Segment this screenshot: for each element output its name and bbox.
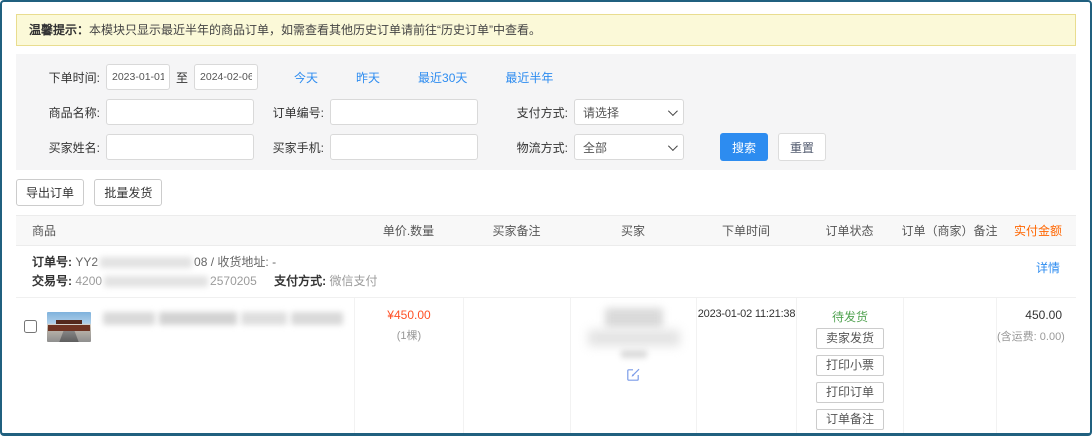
orders-table-header: 商品 单价.数量 买家备注 买家 下单时间 订单状态 订单（商家）备注 实付金额 bbox=[16, 215, 1076, 246]
header-buyer: 买家 bbox=[570, 222, 696, 239]
header-order-time: 下单时间 bbox=[696, 222, 796, 239]
search-button[interactable]: 搜索 bbox=[720, 133, 768, 161]
seller-ship-button[interactable]: 卖家发货 bbox=[816, 328, 884, 349]
redacted-buyer-info bbox=[588, 330, 680, 346]
buyer-phone-label: 买家手机: bbox=[266, 139, 324, 156]
filter-panel: 下单时间: 至 今天 昨天 最近30天 最近半年 商品名称: 订单编号: 支付方… bbox=[16, 54, 1076, 170]
quick-filter-yesterday[interactable]: 昨天 bbox=[356, 69, 380, 86]
order-meta-line2: 交易号: 4200 2570205 支付方式: 微信支付 bbox=[32, 272, 1060, 291]
header-product: 商品 bbox=[16, 222, 354, 239]
product-thumbnail bbox=[47, 312, 91, 342]
trade-no-prefix: 4200 bbox=[75, 274, 102, 288]
order-status-cell: 待发货 卖家发货 打印小票 打印订单 订单备注 bbox=[796, 298, 903, 436]
buyer-note-cell bbox=[463, 298, 570, 436]
header-merchant-note: 订单（商家）备注 bbox=[903, 222, 996, 239]
filter-row-3: 买家姓名: 买家手机: 物流方式: 全部 搜索 重置 bbox=[36, 134, 1076, 160]
paid-amount: 450.00 bbox=[997, 308, 1062, 322]
notice-label: 温馨提示： bbox=[29, 23, 89, 37]
meta-separator: / bbox=[211, 255, 214, 269]
buyer-name-input[interactable] bbox=[106, 134, 254, 160]
quantity: (1棵) bbox=[355, 327, 463, 343]
redacted-product-title bbox=[103, 312, 347, 326]
order-time-label: 下单时间: bbox=[36, 69, 100, 86]
logistics-select[interactable]: 全部 bbox=[574, 134, 684, 160]
reset-button[interactable]: 重置 bbox=[778, 133, 826, 161]
filter-row-2: 商品名称: 订单编号: 支付方式: 请选择 bbox=[36, 99, 1076, 125]
redacted-order-no bbox=[100, 257, 192, 268]
notice-text: 本模块只显示最近半年的商品订单，如需查看其他历史订单请前往“历史订单”中查看。 bbox=[89, 23, 541, 37]
unit-price: ¥450.00 bbox=[355, 308, 463, 322]
date-to-input[interactable] bbox=[194, 64, 258, 90]
quick-filter-today[interactable]: 今天 bbox=[294, 69, 318, 86]
date-from-input[interactable] bbox=[106, 64, 170, 90]
chevron-down-icon bbox=[668, 106, 678, 116]
thumbnail-roof-shape bbox=[56, 320, 82, 324]
product-name-input[interactable] bbox=[106, 99, 254, 125]
thumbnail-road-shape bbox=[59, 331, 78, 342]
header-buyer-note: 买家备注 bbox=[463, 222, 570, 239]
trade-no-suffix: 2570205 bbox=[210, 274, 257, 288]
status-badge: 待发货 bbox=[797, 308, 903, 323]
pay-method-selected-value: 请选择 bbox=[583, 104, 619, 121]
price-qty-cell: ¥450.00 (1棵) bbox=[354, 298, 463, 436]
order-time-cell: 2023-01-02 11:21:38 bbox=[696, 298, 796, 436]
date-range-separator: 至 bbox=[176, 69, 188, 86]
buyer-cell bbox=[570, 298, 696, 436]
header-paid-amount: 实付金额 bbox=[996, 222, 1076, 239]
order-detail-link[interactable]: 详情 bbox=[1036, 259, 1060, 278]
order-group: 订单号: YY2 08 / 收货地址: - 交易号: 4200 2570205 支付… bbox=[16, 246, 1076, 436]
logistics-label: 物流方式: bbox=[510, 139, 568, 156]
order-no-prefix: YY2 bbox=[75, 255, 98, 269]
header-price-qty: 单价.数量 bbox=[354, 222, 463, 239]
merchant-note-cell bbox=[903, 298, 996, 436]
address-value: - bbox=[272, 255, 276, 269]
buyer-phone-input[interactable] bbox=[330, 134, 478, 160]
redacted-trade-no bbox=[104, 276, 208, 287]
print-receipt-button[interactable]: 打印小票 bbox=[816, 355, 884, 376]
order-meta-line1: 订单号: YY2 08 / 收货地址: - bbox=[32, 253, 1060, 272]
buyer-name-label: 买家姓名: bbox=[36, 139, 100, 156]
header-order-status: 订单状态 bbox=[796, 222, 903, 239]
batch-ship-button[interactable]: 批量发货 bbox=[94, 179, 162, 206]
redacted-buyer-info-small bbox=[621, 350, 647, 358]
print-order-button[interactable]: 打印订单 bbox=[816, 382, 884, 403]
order-select-checkbox[interactable] bbox=[24, 320, 37, 333]
export-orders-button[interactable]: 导出订单 bbox=[16, 179, 84, 206]
order-row: ¥450.00 (1棵) 2023-01-02 11:21:38 bbox=[16, 298, 1076, 436]
freight-info: (含运费: 0.00) bbox=[997, 328, 1062, 344]
quick-filter-30days[interactable]: 最近30天 bbox=[418, 69, 467, 86]
pay-method-meta-label: 支付方式: bbox=[274, 274, 326, 288]
order-time: 2023-01-02 11:21:38 bbox=[698, 308, 796, 320]
order-no-input[interactable] bbox=[330, 99, 478, 125]
order-no-suffix: 08 bbox=[194, 255, 207, 269]
filter-row-time: 下单时间: 至 今天 昨天 最近30天 最近半年 bbox=[36, 64, 1076, 90]
product-name-label: 商品名称: bbox=[36, 104, 100, 121]
order-management-panel: 温馨提示：本模块只显示最近半年的商品订单，如需查看其他历史订单请前往“历史订单”… bbox=[0, 0, 1092, 436]
paid-amount-cell: 450.00 (含运费: 0.00) bbox=[996, 298, 1076, 436]
order-toolbar: 导出订单 批量发货 bbox=[16, 179, 1076, 206]
pay-method-select[interactable]: 请选择 bbox=[574, 99, 684, 125]
order-no-meta-label: 订单号: bbox=[32, 255, 72, 269]
logistics-selected-value: 全部 bbox=[583, 139, 607, 156]
edit-buyer-icon[interactable] bbox=[626, 367, 641, 385]
pay-method-label: 支付方式: bbox=[510, 104, 568, 121]
pay-method-meta-value: 微信支付 bbox=[329, 274, 377, 288]
redacted-buyer-name bbox=[605, 308, 663, 328]
product-cell bbox=[16, 298, 354, 436]
quick-filter-half-year[interactable]: 最近半年 bbox=[505, 69, 553, 86]
notice-bar: 温馨提示：本模块只显示最近半年的商品订单，如需查看其他历史订单请前往“历史订单”… bbox=[16, 14, 1076, 46]
thumbnail-beam-shape bbox=[48, 325, 90, 331]
order-no-label: 订单编号: bbox=[266, 104, 324, 121]
address-label: 收货地址: bbox=[217, 255, 268, 269]
order-note-button[interactable]: 订单备注 bbox=[816, 409, 884, 430]
chevron-down-icon bbox=[668, 141, 678, 151]
trade-no-label: 交易号: bbox=[32, 274, 72, 288]
order-meta: 订单号: YY2 08 / 收货地址: - 交易号: 4200 2570205 支付… bbox=[16, 246, 1076, 298]
